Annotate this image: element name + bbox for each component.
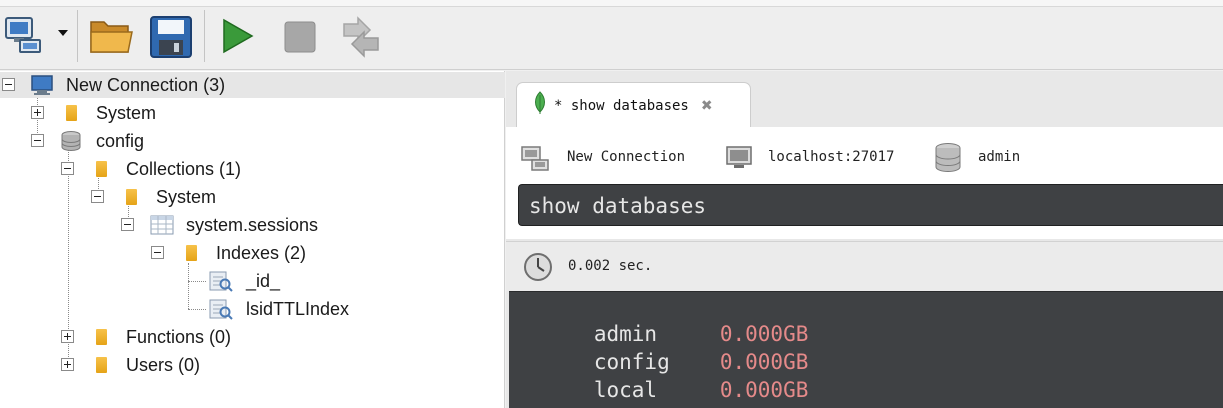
query-editor[interactable]: show databases [518,184,1223,226]
folder-icon [96,161,107,177]
index-icon [208,298,234,325]
tree-node-connection[interactable]: New Connection (3) [0,72,505,98]
clock-icon [522,251,554,288]
connection-info-bar: New Connection localhost:27017 admin [506,127,1223,189]
stop-icon [284,21,316,53]
toolbar-separator [77,10,78,62]
query-text: show databases [529,194,707,218]
tree-node-collections-system[interactable]: System [0,184,505,210]
tree-node-label: System [156,187,217,207]
tree-node-collections[interactable]: Collections (1) [0,156,505,182]
floppy-disk-icon [150,16,192,58]
menu-strip [0,0,1223,7]
database-icon [934,142,962,179]
connect-button[interactable] [4,14,44,59]
server-icon [724,143,754,178]
wrench-icon [343,16,379,58]
play-icon [223,18,254,54]
run-button[interactable] [218,14,258,63]
collapse-toggle[interactable] [151,246,164,259]
collapse-toggle[interactable] [2,78,15,91]
result-db-name: local [593,378,658,402]
results-output: admin 0.000GB config 0.000GB local 0.000GB [509,291,1223,408]
connection-icon [520,143,550,178]
shell-panel: * show databases ✖ New Connection localh… [506,71,1223,408]
result-row: admin 0.000GB [518,298,809,346]
tree-node-label: New Connection (3) [66,75,226,95]
connection-tree: New Connection (3) System config Collect… [0,71,505,408]
execution-time: 0.002 sec. [568,258,653,274]
folder-icon [126,189,137,205]
connection-icon [5,17,41,53]
expand-toggle[interactable] [31,106,44,119]
index-icon [208,270,234,297]
toolbar [0,0,1223,70]
collapse-toggle[interactable] [31,134,44,147]
tree-node-label: system.sessions [186,215,319,235]
database-icon [60,130,82,157]
tree-node-label: Functions (0) [126,327,232,347]
stop-button[interactable] [280,14,320,63]
collapse-toggle[interactable] [121,218,134,231]
tree-node-index[interactable]: _id_ [0,268,505,294]
close-icon[interactable]: ✖ [701,97,713,114]
folder-icon [66,105,77,121]
tree-node-label: Users (0) [126,355,201,375]
tree-node-label: System [96,103,157,123]
tree-node-indexes[interactable]: Indexes (2) [0,240,505,266]
result-row: config 0.000GB [518,326,809,374]
tree-node-config[interactable]: config [0,128,505,154]
folder-icon [186,245,197,261]
tree-node-label: Indexes (2) [216,243,307,263]
triangle-down-icon [58,30,68,36]
result-db-size: 0.000GB [719,378,809,402]
result-row: local 0.000GB [518,354,809,402]
toolbar-separator [204,10,205,62]
tree-node-functions[interactable]: Functions (0) [0,324,505,350]
database-name: admin [978,149,1021,165]
computer-icon [30,74,54,101]
collapse-toggle[interactable] [61,162,74,175]
tab-label: * show databases [554,97,689,114]
tree-node-users[interactable]: Users (0) [0,352,505,378]
folder-open-icon [90,21,133,53]
tree-node-label: Collections (1) [126,159,242,179]
tree-node-index[interactable]: lsidTTLIndex [0,296,505,322]
tree-node-label: lsidTTLIndex [246,299,350,319]
tree-node-label: _id_ [246,271,281,291]
table-icon [150,215,174,240]
open-button[interactable] [88,14,134,63]
server-address: localhost:27017 [768,149,895,165]
refresh-button[interactable] [336,14,386,65]
collapse-toggle[interactable] [91,190,104,203]
status-bar: 0.002 sec. [506,241,1223,291]
tree-node-collection[interactable]: system.sessions [0,212,505,238]
expand-toggle[interactable] [61,358,74,371]
tree-node-system[interactable]: System [0,100,505,126]
connection-name: New Connection [567,149,686,165]
folder-icon [96,329,107,345]
leaf-icon [533,91,547,120]
tab-show-databases[interactable]: * show databases ✖ [516,82,751,128]
folder-icon [96,357,107,373]
connect-dropdown-button[interactable] [56,26,70,45]
tree-node-label: config [96,131,145,151]
save-button[interactable] [148,14,194,65]
expand-toggle[interactable] [61,330,74,343]
